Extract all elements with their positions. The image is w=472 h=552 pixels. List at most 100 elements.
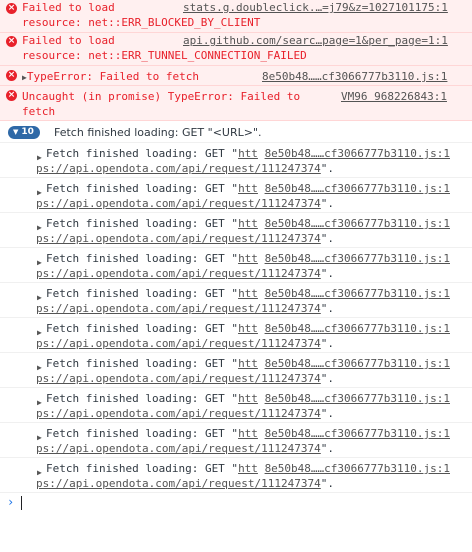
url-link[interactable]: ps://api.opendota.com/api/request/111247… [36,442,321,455]
message-line: ps://api.opendota.com/api/request/111247… [36,266,334,281]
message-text: Fetch finished loading: GET " [46,217,239,230]
message-line: ps://api.opendota.com/api/request/111247… [36,196,334,211]
source-link[interactable]: api.github.com/searc…page=1&per_page=1:1 [183,33,448,48]
error-text: ▶TypeError: Failed to fetch [22,69,199,85]
message-text: Fetch finished loading: GET " [46,392,239,405]
console-error-message[interactable]: × ▶TypeError: Failed to fetch 8e50b48……c… [0,65,472,86]
message-line: Fetch finished loading: GET "htt 8e50b48… [36,391,450,406]
message-line: ps://api.opendota.com/api/request/111247… [36,441,334,456]
error-icon: × [6,70,17,81]
source-link[interactable]: 8e50b48……cf3066777b3110.js:1 [265,147,450,160]
url-link[interactable]: ps://api.opendota.com/api/request/111247… [36,267,321,280]
error-line: Uncaught (in promise) TypeError: Failed … [22,90,301,103]
url-link[interactable]: ps://api.opendota.com/api/request/111247… [36,337,321,350]
error-text: Uncaught (in promise) TypeError: Failed … [22,89,300,119]
url-link[interactable]: ps://api.opendota.com/api/request/111247… [36,372,321,385]
source-link[interactable]: stats.g.doubleclick.…=j79&z=1027101175:1 [183,0,448,15]
source-link[interactable]: 8e50b48……cf3066777b3110.js:1 [265,322,450,335]
message-text: Fetch finished loading: GET " [46,427,239,440]
message-text: ". [320,372,335,385]
group-count-badge[interactable]: ▼ 10 [8,126,40,139]
url-link[interactable]: ps://api.opendota.com/api/request/111247… [36,302,321,315]
source-link[interactable]: 8e50b48……cf3066777b3110.js:1 [265,392,450,405]
message-line: Fetch finished loading: GET "htt 8e50b48… [36,426,450,441]
fetch-log-message[interactable]: ▶ Fetch finished loading: GET "htt 8e50b… [0,423,472,458]
error-line: fetch [22,105,56,118]
message-line: Fetch finished loading: GET "htt 8e50b48… [36,356,450,371]
message-text: ". [320,162,335,175]
source-link[interactable]: 8e50b48……cf3066777b3110.js:1 [265,462,450,475]
message-text: ". [320,267,335,280]
url-link[interactable]: htt [238,357,258,370]
message-line: Fetch finished loading: GET "htt 8e50b48… [36,286,450,301]
error-icon: × [6,90,17,101]
message-text: ". [320,197,335,210]
message-text: ". [320,477,335,490]
message-text: Fetch finished loading: GET " [46,147,239,160]
message-text: Fetch finished loading: GET " [46,287,239,300]
message-text: Fetch finished loading: GET " [46,357,239,370]
source-link[interactable]: 8e50b48……cf3066777b3110.js:1 [265,287,450,300]
error-line: resource: net::ERR_TUNNEL_CONNECTION_FAI… [22,49,307,62]
fetch-log-message[interactable]: ▶ Fetch finished loading: GET "htt 8e50b… [0,388,472,423]
source-link[interactable]: VM96 968226843:1 [341,89,447,104]
text-caret[interactable] [21,496,22,510]
message-line: ps://api.opendota.com/api/request/111247… [36,301,334,316]
message-text: ". [320,407,335,420]
error-line: TypeError: Failed to fetch [26,70,200,83]
fetch-log-message[interactable]: ▶ Fetch finished loading: GET "htt 8e50b… [0,178,472,213]
url-link[interactable]: ps://api.opendota.com/api/request/111247… [36,197,321,210]
console-error-message[interactable]: × Uncaught (in promise) TypeError: Faile… [0,85,472,121]
source-link[interactable]: 8e50b48……cf3066777b3110.js:1 [265,182,450,195]
message-line: Fetch finished loading: GET "htt 8e50b48… [36,146,450,161]
console-group-header[interactable]: ▼ 10 Fetch finished loading: GET "<URL>". [0,123,472,143]
message-line: Fetch finished loading: GET "htt 8e50b48… [36,181,450,196]
fetch-log-message[interactable]: ▶ Fetch finished loading: GET "htt 8e50b… [0,248,472,283]
url-link[interactable]: htt [238,392,258,405]
url-link[interactable]: htt [238,322,258,335]
fetch-log-message[interactable]: ▶ Fetch finished loading: GET "htt 8e50b… [0,318,472,353]
url-link[interactable]: htt [238,427,258,440]
source-link[interactable]: 8e50b48……cf3066777b3110.js:1 [262,69,447,84]
message-line: ps://api.opendota.com/api/request/111247… [36,406,334,421]
url-link[interactable]: htt [238,217,258,230]
message-text: ". [320,232,335,245]
console-error-message[interactable]: × Failed to load resource: net::ERR_BLOC… [0,0,472,33]
fetch-log-message[interactable]: ▶ Fetch finished loading: GET "htt 8e50b… [0,283,472,318]
prompt-chevron-icon: › [7,495,15,509]
message-line: ps://api.opendota.com/api/request/111247… [36,371,334,386]
source-link[interactable]: 8e50b48……cf3066777b3110.js:1 [265,357,450,370]
console-prompt[interactable]: › [0,493,472,513]
error-line: resource: net::ERR_BLOCKED_BY_CLIENT [22,16,261,29]
url-link[interactable]: htt [238,287,258,300]
fetch-log-message[interactable]: ▶ Fetch finished loading: GET "htt 8e50b… [0,353,472,388]
message-text: Fetch finished loading: GET " [46,462,239,475]
url-link[interactable]: ps://api.opendota.com/api/request/111247… [36,232,321,245]
url-link[interactable]: htt [238,252,258,265]
url-link[interactable]: htt [238,182,258,195]
group-count: 10 [21,127,34,137]
url-link[interactable]: htt [238,462,258,475]
fetch-log-message[interactable]: ▶ Fetch finished loading: GET "htt 8e50b… [0,213,472,248]
error-icon: × [6,3,17,14]
url-link[interactable]: ps://api.opendota.com/api/request/111247… [36,477,321,490]
fetch-log-message[interactable]: ▶ Fetch finished loading: GET "htt 8e50b… [0,143,472,178]
message-line: ps://api.opendota.com/api/request/111247… [36,231,334,246]
url-link[interactable]: htt [238,147,258,160]
message-text: Fetch finished loading: GET " [46,252,239,265]
group-label: Fetch finished loading: GET "<URL>". [54,126,262,139]
fetch-log-message[interactable]: ▶ Fetch finished loading: GET "htt 8e50b… [0,458,472,493]
console-panel: × Failed to load resource: net::ERR_BLOC… [0,0,472,513]
message-text: Fetch finished loading: GET " [46,322,239,335]
console-error-message[interactable]: × Failed to load resource: net::ERR_TUNN… [0,32,472,66]
source-link[interactable]: 8e50b48……cf3066777b3110.js:1 [265,427,450,440]
message-line: Fetch finished loading: GET "htt 8e50b48… [36,321,450,336]
message-line: ps://api.opendota.com/api/request/111247… [36,476,334,491]
message-text: ". [320,442,335,455]
source-link[interactable]: 8e50b48……cf3066777b3110.js:1 [265,252,450,265]
message-line: Fetch finished loading: GET "htt 8e50b48… [36,461,450,476]
url-link[interactable]: ps://api.opendota.com/api/request/111247… [36,162,321,175]
url-link[interactable]: ps://api.opendota.com/api/request/111247… [36,407,321,420]
message-line: ps://api.opendota.com/api/request/111247… [36,161,334,176]
source-link[interactable]: 8e50b48……cf3066777b3110.js:1 [265,217,450,230]
